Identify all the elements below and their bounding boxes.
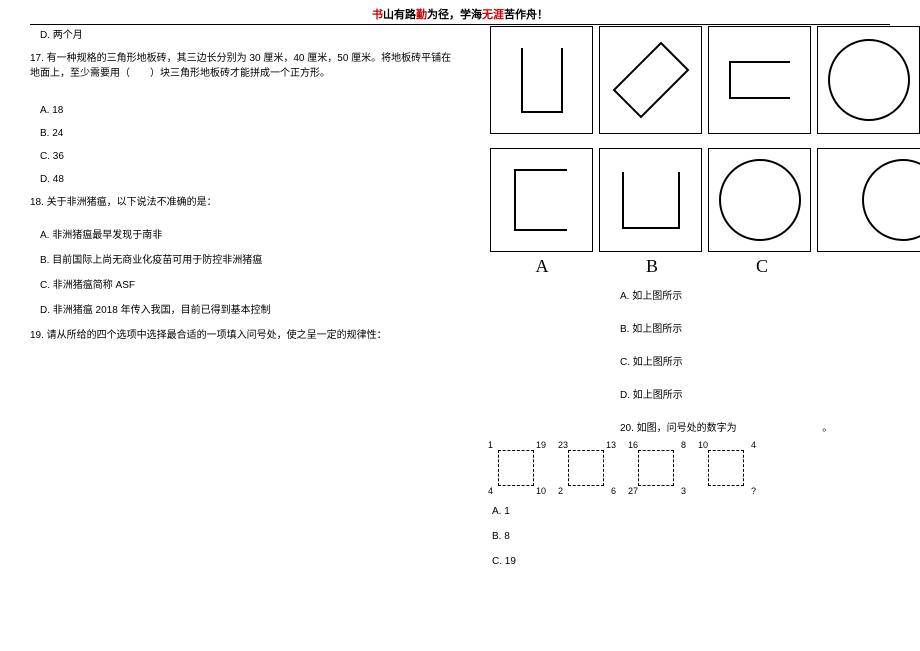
label-a: A	[490, 256, 594, 277]
q20-square-4: 10 4 ?	[702, 444, 750, 492]
diagonal-rect-icon	[606, 35, 696, 125]
q20-text-a: 20. 如图，问号处的数字为	[620, 423, 737, 434]
circle-icon	[715, 155, 805, 245]
u-shape-icon	[507, 40, 577, 120]
q17-text: 17. 有一种规格的三角形地板砖，其三边长分别为 30 厘米，40 厘米，50 …	[30, 51, 460, 81]
corner-num: 27	[628, 486, 638, 496]
q17-option-b: B. 24	[40, 126, 460, 141]
seq-shape-3	[708, 26, 811, 134]
q20-option-b: B. 8	[492, 531, 920, 542]
corner-num: 19	[536, 440, 546, 450]
corner-num: 10	[698, 440, 708, 450]
answer-shape-a	[490, 148, 593, 252]
corner-num: ?	[751, 486, 756, 496]
corner-num: 8	[681, 440, 686, 450]
seq-shape-1	[490, 26, 593, 134]
seq-shape-2	[599, 26, 702, 134]
q20-text: 20. 如图，问号处的数字为 。	[620, 419, 920, 434]
q20-option-c: C. 19	[492, 556, 920, 567]
q20-square-2: 23 13 2 6	[562, 444, 610, 492]
open-right-rect-icon	[720, 50, 800, 110]
q19-answer-row	[490, 148, 920, 252]
q18-option-a: A. 非洲猪瘟最早发现于南非	[40, 228, 460, 243]
label-c: C	[710, 256, 814, 277]
q20-text-b: 。	[822, 423, 832, 434]
seq-shape-4	[817, 26, 920, 134]
corner-num: 6	[611, 486, 616, 496]
q19-option-c: C. 如上图所示	[620, 353, 920, 368]
header-text: 无涯	[482, 9, 504, 21]
q19-options: A. 如上图所示 B. 如上图所示 C. 如上图所示 D. 如上图所示	[620, 287, 920, 401]
right-column: A B C A. 如上图所示 B. 如上图所示 C. 如上图所示 D. 如上图所…	[490, 26, 920, 581]
corner-num: 4	[488, 486, 493, 496]
header-text: 书	[372, 9, 383, 21]
corner-num: 23	[558, 440, 568, 450]
q19-option-b: B. 如上图所示	[620, 320, 920, 335]
header-text: 为径，学海	[427, 9, 482, 21]
q19-option-a: A. 如上图所示	[620, 287, 920, 302]
open-top-square-icon	[611, 160, 691, 240]
q18-text: 18. 关于非洲猪瘟，以下说法不准确的是：	[30, 195, 460, 210]
q17-option-a: A. 18	[40, 103, 460, 118]
dashed-square-icon	[568, 450, 604, 486]
q18-option-b: B. 目前国际上尚无商业化疫苗可用于防控非洲猪瘟	[40, 253, 460, 268]
q18-option-c: C. 非洲猪瘟简称 ASF	[40, 278, 460, 293]
corner-num: 4	[751, 440, 756, 450]
q16-option-d: D. 两个月	[40, 28, 460, 43]
q20: 20. 如图，问号处的数字为 。 1 19 4 10 23 13 2 6 16	[620, 419, 920, 567]
corner-num: 2	[558, 486, 563, 496]
dashed-square-icon	[708, 450, 744, 486]
q19-text: 19. 请从所给的四个选项中选择最合适的一项填入问号处，使之呈一定的规律性：	[30, 328, 460, 343]
answer-shape-b	[599, 148, 702, 252]
dashed-square-icon	[638, 450, 674, 486]
header-text: 山有路	[383, 9, 416, 21]
q20-option-a: A. 1	[492, 506, 920, 517]
page-header: 书山有路勤为径，学海无涯苦作舟！	[30, 0, 890, 25]
q19-sequence-row	[490, 26, 920, 134]
q20-options: A. 1 B. 8 C. 19	[492, 506, 920, 567]
corner-num: 3	[681, 486, 686, 496]
header-text: 苦作舟！	[504, 9, 548, 21]
answer-shape-c	[708, 148, 811, 252]
answer-shape-d-partial	[817, 148, 920, 252]
left-column: D. 两个月 17. 有一种规格的三角形地板砖，其三边长分别为 30 厘米，40…	[30, 28, 460, 351]
q20-square-3: 16 8 27 3	[632, 444, 680, 492]
q20-squares: 1 19 4 10 23 13 2 6 16 8 27 3 10	[492, 444, 920, 492]
corner-num: 1	[488, 440, 493, 450]
circle-icon	[858, 155, 920, 245]
label-b: B	[600, 256, 704, 277]
corner-num: 13	[606, 440, 616, 450]
q18-option-d: D. 非洲猪瘟 2018 年传入我国，目前已得到基本控制	[40, 303, 460, 318]
circle-icon	[824, 35, 914, 125]
corner-num: 10	[536, 486, 546, 496]
open-right-square-icon	[505, 160, 579, 240]
corner-num: 16	[628, 440, 638, 450]
q20-square-1: 1 19 4 10	[492, 444, 540, 492]
header-text: 勤	[416, 9, 427, 21]
dashed-square-icon	[498, 450, 534, 486]
q19-labels: A B C	[490, 256, 920, 277]
q19-option-d: D. 如上图所示	[620, 386, 920, 401]
q17-option-c: C. 36	[40, 149, 460, 164]
q17-option-d: D. 48	[40, 172, 460, 187]
